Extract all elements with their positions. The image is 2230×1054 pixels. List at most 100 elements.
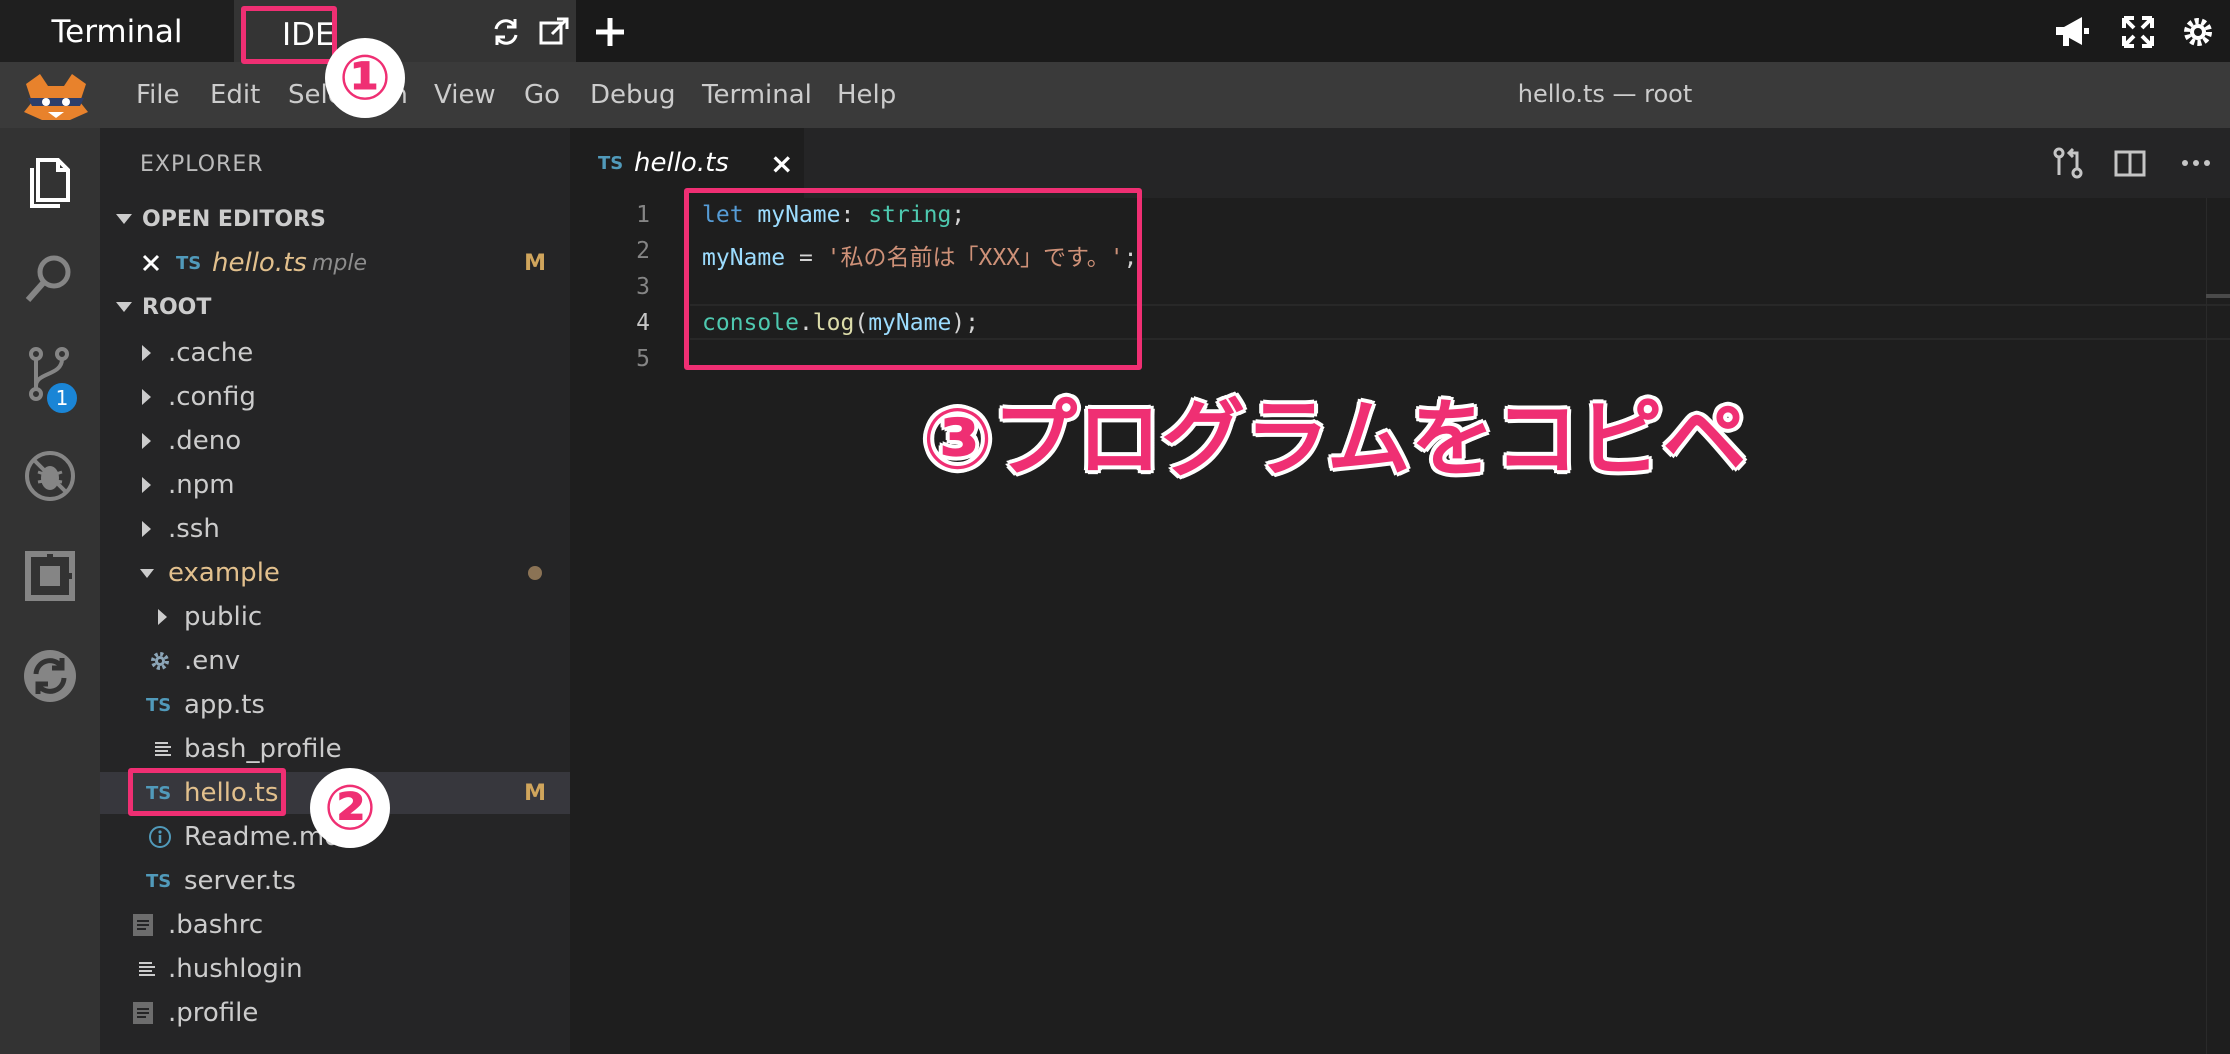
tree-item-label: .cache (168, 338, 254, 368)
tree-folder-public[interactable]: public (100, 596, 570, 638)
scrollbar-marker (2206, 294, 2230, 298)
tree-file-app-ts[interactable]: TS app.ts (100, 684, 570, 726)
open-editor-filename: hello.ts (212, 248, 307, 278)
line-number: 4 (636, 310, 650, 336)
chevron-right-icon (142, 433, 151, 449)
tree-item-label: .bashrc (168, 910, 264, 940)
tree-file-hushlogin[interactable]: .hushlogin (100, 948, 570, 990)
modified-badge: M (524, 780, 546, 806)
typescript-file-icon: TS (146, 694, 172, 716)
split-editor-icon[interactable] (2112, 145, 2148, 181)
tree-folder-config[interactable]: .config (100, 376, 570, 418)
tree-folder-cache[interactable]: .cache (100, 332, 570, 374)
window-title: hello.ts — root (1517, 80, 1693, 108)
step-badge-1-label: ① (338, 41, 392, 114)
step-badge-2: ② (310, 768, 390, 848)
tree-item-label: .profile (168, 998, 259, 1028)
source-control-badge-count: 1 (55, 386, 69, 410)
tree-item-label: .hushlogin (168, 954, 303, 984)
tree-item-label: example (168, 558, 280, 588)
chevron-right-icon (142, 345, 151, 361)
tree-file-bash-profile[interactable]: bash_profile (100, 728, 570, 770)
more-actions-icon[interactable] (2178, 145, 2214, 181)
open-editor-path: mple (312, 250, 368, 276)
close-icon[interactable] (142, 254, 160, 272)
megaphone-icon[interactable] (2052, 12, 2092, 52)
tree-file-bashrc[interactable]: .bashrc (100, 904, 570, 946)
tree-item-label: .npm (168, 470, 235, 500)
menu-view[interactable]: View (434, 80, 496, 110)
modified-badge: M (524, 250, 546, 276)
explorer-files-icon[interactable] (22, 154, 78, 210)
settings-gear-icon[interactable] (2180, 14, 2216, 50)
chevron-down-icon (140, 568, 154, 578)
compare-changes-icon[interactable] (2050, 145, 2086, 181)
line-number: 3 (636, 274, 650, 300)
tree-file-env[interactable]: .env (100, 640, 570, 682)
tree-file-server-ts[interactable]: TS server.ts (100, 860, 570, 902)
external-link-icon[interactable] (536, 14, 572, 50)
open-editor-item[interactable]: TS hello.ts mple M (100, 242, 570, 284)
debug-icon[interactable] (22, 448, 78, 504)
chevron-right-icon (158, 609, 167, 625)
document-icon (133, 914, 153, 936)
menu-terminal[interactable]: Terminal (702, 80, 812, 110)
search-icon[interactable] (22, 250, 78, 306)
tree-item-label: server.ts (184, 866, 296, 896)
info-icon (149, 826, 171, 848)
text-file-icon (139, 962, 155, 976)
document-icon (133, 1002, 153, 1024)
menu-help[interactable]: Help (837, 80, 896, 110)
chevron-right-icon (142, 477, 151, 493)
text-file-icon (155, 742, 171, 756)
refresh-icon[interactable] (488, 14, 524, 50)
tree-item-label: public (184, 602, 263, 632)
top-tab-terminal[interactable]: Terminal (0, 0, 234, 64)
highlight-box-hello-file (128, 768, 286, 816)
explorer-title: EXPLORER (140, 152, 264, 177)
line-number: 2 (636, 238, 650, 264)
editor-tab-label: hello.ts (634, 148, 729, 178)
add-tab-icon[interactable] (592, 14, 628, 50)
highlight-box-code (684, 188, 1142, 370)
app-logo-icon (24, 74, 88, 120)
collapse-icon (116, 302, 132, 312)
gear-file-icon (151, 652, 169, 670)
menu-edit[interactable]: Edit (210, 80, 260, 110)
step-badge-2-label: ② (323, 771, 377, 844)
tree-folder-npm[interactable]: .npm (100, 464, 570, 506)
open-editors-header[interactable]: OPEN EDITORS (100, 198, 570, 240)
editor-scrollbar[interactable] (2206, 198, 2230, 1054)
close-tab-icon[interactable]: × (770, 147, 793, 180)
step-badge-1: ① (325, 38, 405, 118)
extensions-icon[interactable] (22, 548, 78, 604)
highlight-box-ide-tab (241, 6, 337, 64)
tree-item-label: .env (184, 646, 241, 676)
fullscreen-icon[interactable] (2120, 14, 2156, 50)
tree-folder-deno[interactable]: .deno (100, 420, 570, 462)
activity-bar: 1 (0, 128, 100, 1054)
step-3-callout: ③プログラムをコピペ (922, 390, 1747, 488)
typescript-file-icon: TS (176, 252, 202, 274)
open-editors-label: OPEN EDITORS (142, 206, 326, 232)
tree-item-label: app.ts (184, 690, 265, 720)
tree-item-label: .config (168, 382, 256, 412)
typescript-file-icon: TS (146, 870, 172, 892)
sync-icon[interactable] (22, 648, 78, 704)
explorer-sidebar: EXPLORER OPEN EDITORS TS hello.ts mple M… (100, 128, 570, 1054)
source-control-badge: 1 (44, 380, 80, 416)
collapse-icon (116, 214, 132, 224)
top-tab-terminal-label: Terminal (51, 14, 183, 50)
menu-debug[interactable]: Debug (590, 80, 676, 110)
chevron-right-icon (142, 521, 151, 537)
menu-go[interactable]: Go (524, 80, 560, 110)
modified-dot-icon (528, 566, 542, 580)
menu-file[interactable]: File (136, 80, 180, 110)
tree-item-label: bash_profile (184, 734, 342, 764)
chevron-right-icon (142, 389, 151, 405)
tree-file-profile[interactable]: .profile (100, 992, 570, 1034)
tree-folder-ssh[interactable]: .ssh (100, 508, 570, 550)
root-folder-label: ROOT (142, 294, 212, 320)
root-folder-header[interactable]: ROOT (100, 286, 570, 328)
tree-folder-example[interactable]: example (100, 552, 570, 594)
